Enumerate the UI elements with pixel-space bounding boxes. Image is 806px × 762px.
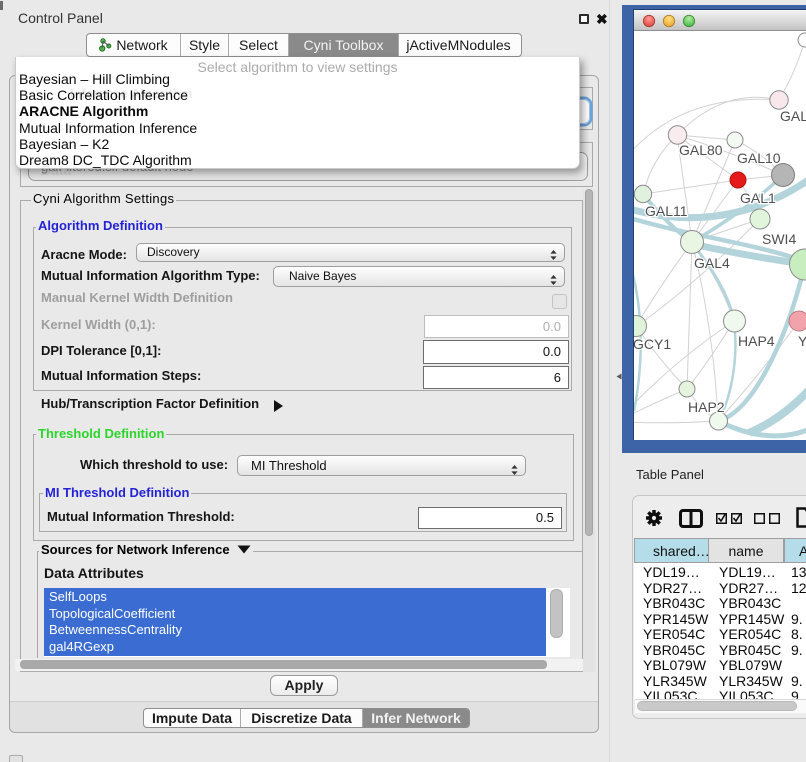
svg-text:GAL1: GAL1 <box>740 190 776 206</box>
svg-text:GAL4: GAL4 <box>694 255 730 271</box>
svg-text:YD: YD <box>798 333 806 349</box>
svg-text:HAP4: HAP4 <box>738 333 775 349</box>
svg-text:GCY1: GCY1 <box>634 336 671 352</box>
svg-text:HAP2: HAP2 <box>688 399 725 415</box>
svg-text:GAL2: GAL2 <box>780 108 806 124</box>
svg-text:GAL10: GAL10 <box>737 150 781 166</box>
svg-text:GAL80: GAL80 <box>679 142 723 158</box>
svg-text:SWI4: SWI4 <box>762 231 796 247</box>
svg-text:GAL11: GAL11 <box>645 203 688 219</box>
